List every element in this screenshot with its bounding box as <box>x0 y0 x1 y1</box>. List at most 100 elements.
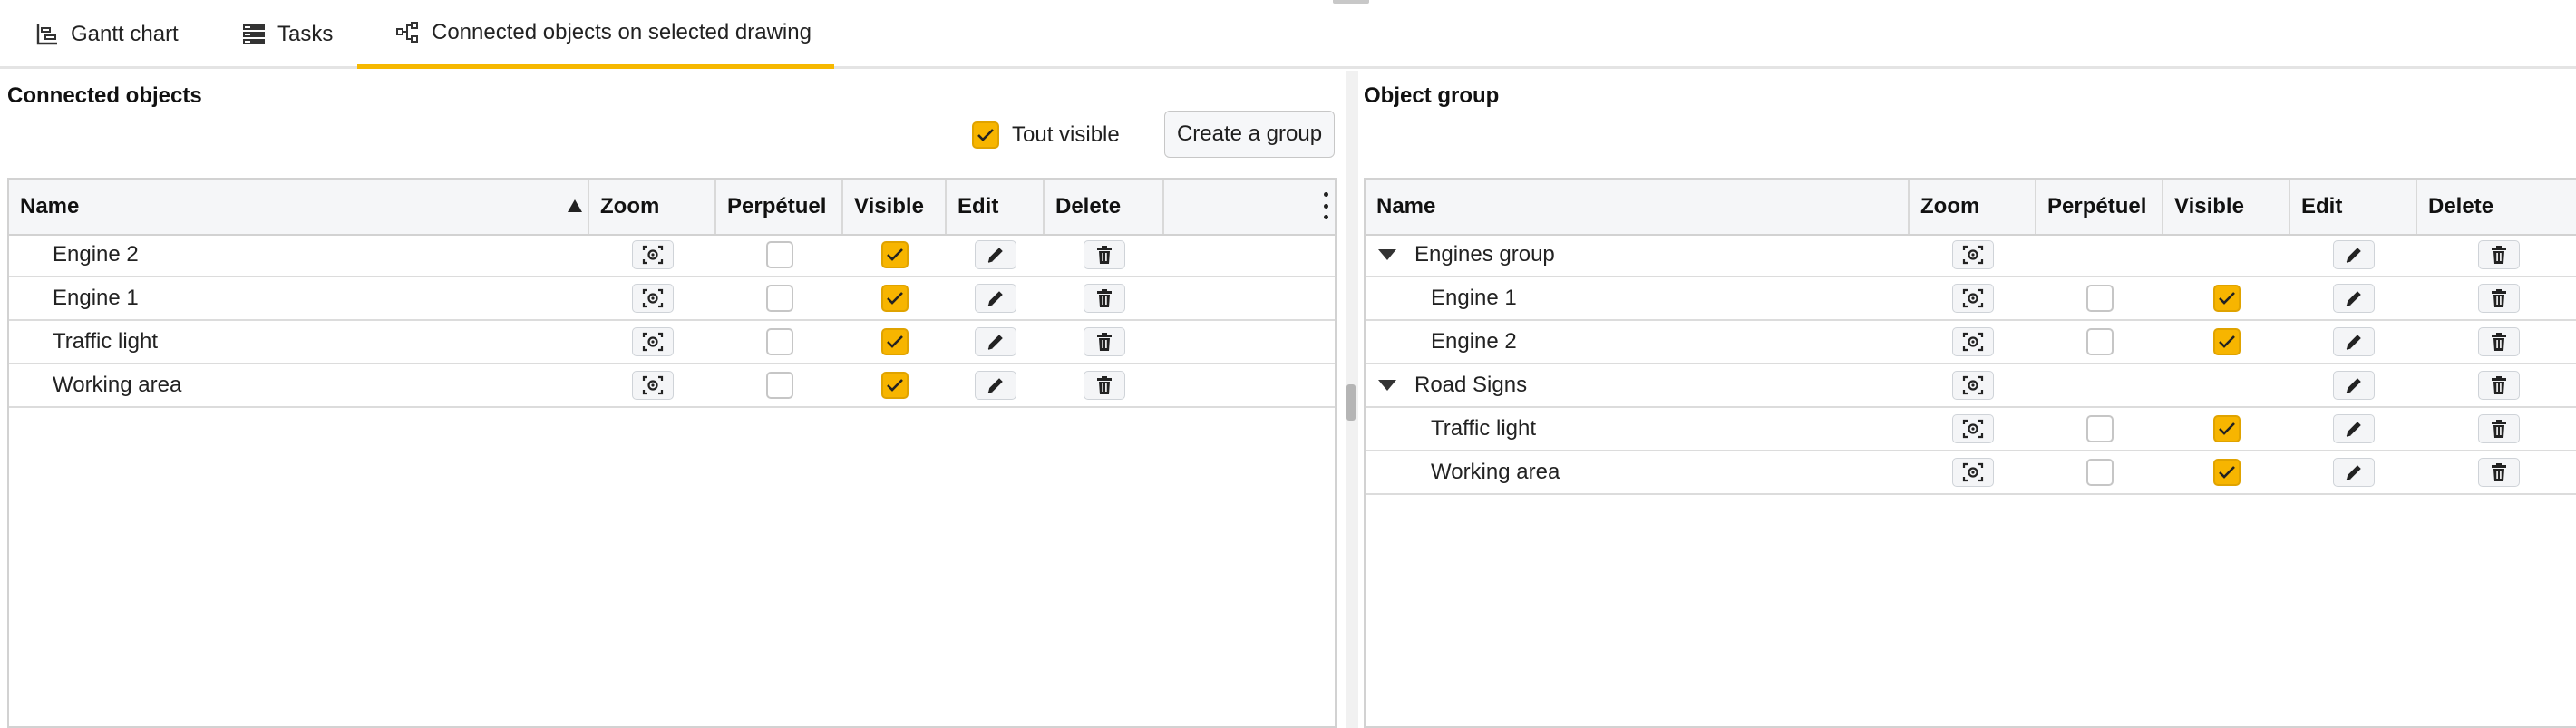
delete-button[interactable] <box>1084 327 1125 356</box>
visible-checkbox[interactable] <box>2213 285 2241 312</box>
column-header-name[interactable]: Name <box>9 180 589 234</box>
delete-button[interactable] <box>2478 414 2520 443</box>
edit-button[interactable] <box>2333 327 2375 356</box>
tab-tasks[interactable]: Tasks <box>241 0 333 69</box>
table-row: Engine 2 <box>9 234 1335 277</box>
visible-checkbox[interactable] <box>881 241 909 268</box>
tab-gantt-chart[interactable]: Gantt chart <box>34 0 179 69</box>
delete-button[interactable] <box>1084 284 1125 313</box>
pencil-icon <box>2346 378 2361 393</box>
column-header-visible[interactable]: Visible <box>2163 180 2290 234</box>
edit-button[interactable] <box>2333 284 2375 313</box>
trash-icon <box>2492 333 2506 351</box>
edit-button[interactable] <box>2333 371 2375 400</box>
column-header-edit[interactable]: Edit <box>947 180 1045 234</box>
visible-checkbox[interactable] <box>2213 459 2241 486</box>
table-cell: Engine 2 <box>9 234 589 276</box>
visible-checkbox[interactable] <box>2213 328 2241 355</box>
edit-button[interactable] <box>2333 240 2375 269</box>
table-cell: Traffic light <box>1366 408 1910 450</box>
edit-button[interactable] <box>975 371 1016 400</box>
pencil-icon <box>987 291 1003 306</box>
table-cell <box>2417 321 2576 363</box>
visible-checkbox[interactable] <box>2213 415 2241 442</box>
perpetuel-checkbox[interactable] <box>2086 328 2114 355</box>
column-header-zoom[interactable]: Zoom <box>589 180 716 234</box>
row-name: Road Signs <box>1414 373 1528 397</box>
column-header-perpetuel[interactable]: Perpétuel <box>716 180 843 234</box>
zoom-button[interactable] <box>1952 327 1994 356</box>
perpetuel-checkbox[interactable] <box>2086 285 2114 312</box>
column-header-visible[interactable]: Visible <box>843 180 947 234</box>
pencil-icon <box>2346 335 2361 350</box>
zoom-focus-icon <box>642 375 664 395</box>
zoom-button[interactable] <box>1952 414 1994 443</box>
table-cell <box>2163 321 2290 363</box>
zoom-focus-icon <box>1962 375 1984 395</box>
delete-button[interactable] <box>1084 371 1125 400</box>
edit-button[interactable] <box>2333 414 2375 443</box>
table-cell <box>1045 364 1164 406</box>
zoom-button[interactable] <box>632 327 674 356</box>
column-header-edit[interactable]: Edit <box>2290 180 2417 234</box>
delete-button[interactable] <box>1084 240 1125 269</box>
column-header-delete[interactable]: Delete <box>1045 180 1164 234</box>
table-cell <box>589 277 716 319</box>
edit-button[interactable] <box>975 284 1016 313</box>
zoom-button[interactable] <box>632 284 674 313</box>
delete-button[interactable] <box>2478 371 2520 400</box>
tasks-icon <box>241 22 267 47</box>
check-icon <box>2219 466 2235 479</box>
row-name: Working area <box>53 373 182 397</box>
edit-button[interactable] <box>2333 458 2375 487</box>
table-cell <box>2290 451 2417 493</box>
row-name: Engine 1 <box>53 286 139 310</box>
create-group-button[interactable]: Create a group <box>1164 111 1335 158</box>
caret-down-icon[interactable] <box>1378 380 1396 391</box>
table-cell <box>1910 321 2036 363</box>
delete-button[interactable] <box>2478 458 2520 487</box>
splitter-grip[interactable] <box>1346 384 1356 421</box>
perpetuel-checkbox[interactable] <box>766 372 793 399</box>
table-cell <box>589 321 716 363</box>
perpetuel-checkbox[interactable] <box>766 328 793 355</box>
zoom-focus-icon <box>1962 462 1984 482</box>
edit-button[interactable] <box>975 240 1016 269</box>
pencil-icon <box>987 248 1003 263</box>
table-row: Traffic light <box>9 321 1335 364</box>
table-row: Traffic light <box>1366 408 2576 451</box>
visible-checkbox[interactable] <box>881 372 909 399</box>
delete-button[interactable] <box>2478 240 2520 269</box>
visible-checkbox[interactable] <box>881 285 909 312</box>
visible-checkbox[interactable] <box>881 328 909 355</box>
table-cell <box>2036 451 2163 493</box>
caret-down-icon[interactable] <box>1378 249 1396 260</box>
trash-icon <box>2492 420 2506 438</box>
zoom-button[interactable] <box>632 371 674 400</box>
column-header-zoom[interactable]: Zoom <box>1910 180 2036 234</box>
delete-button[interactable] <box>2478 284 2520 313</box>
column-menu-icon[interactable] <box>1324 192 1329 219</box>
zoom-button[interactable] <box>1952 240 1994 269</box>
check-icon <box>887 292 903 305</box>
toggle-all-visible-checkbox[interactable] <box>972 121 999 149</box>
zoom-button[interactable] <box>1952 284 1994 313</box>
column-header-perpetuel[interactable]: Perpétuel <box>2036 180 2163 234</box>
zoom-button[interactable] <box>1952 371 1994 400</box>
toggle-all-visible[interactable]: Tout visible <box>972 121 1120 149</box>
trash-icon <box>2492 246 2506 264</box>
perpetuel-checkbox[interactable] <box>766 241 793 268</box>
perpetuel-checkbox[interactable] <box>766 285 793 312</box>
perpetuel-checkbox[interactable] <box>2086 415 2114 442</box>
edit-button[interactable] <box>975 327 1016 356</box>
table-cell <box>716 364 843 406</box>
table-cell <box>2290 234 2417 276</box>
column-header-name[interactable]: Name <box>1366 180 1910 234</box>
tab-connected-objects[interactable]: Connected objects on selected drawing <box>357 0 834 69</box>
zoom-button[interactable] <box>632 240 674 269</box>
zoom-button[interactable] <box>1952 458 1994 487</box>
delete-button[interactable] <box>2478 327 2520 356</box>
table-cell <box>2417 408 2576 450</box>
perpetuel-checkbox[interactable] <box>2086 459 2114 486</box>
column-header-delete[interactable]: Delete <box>2417 180 2576 234</box>
